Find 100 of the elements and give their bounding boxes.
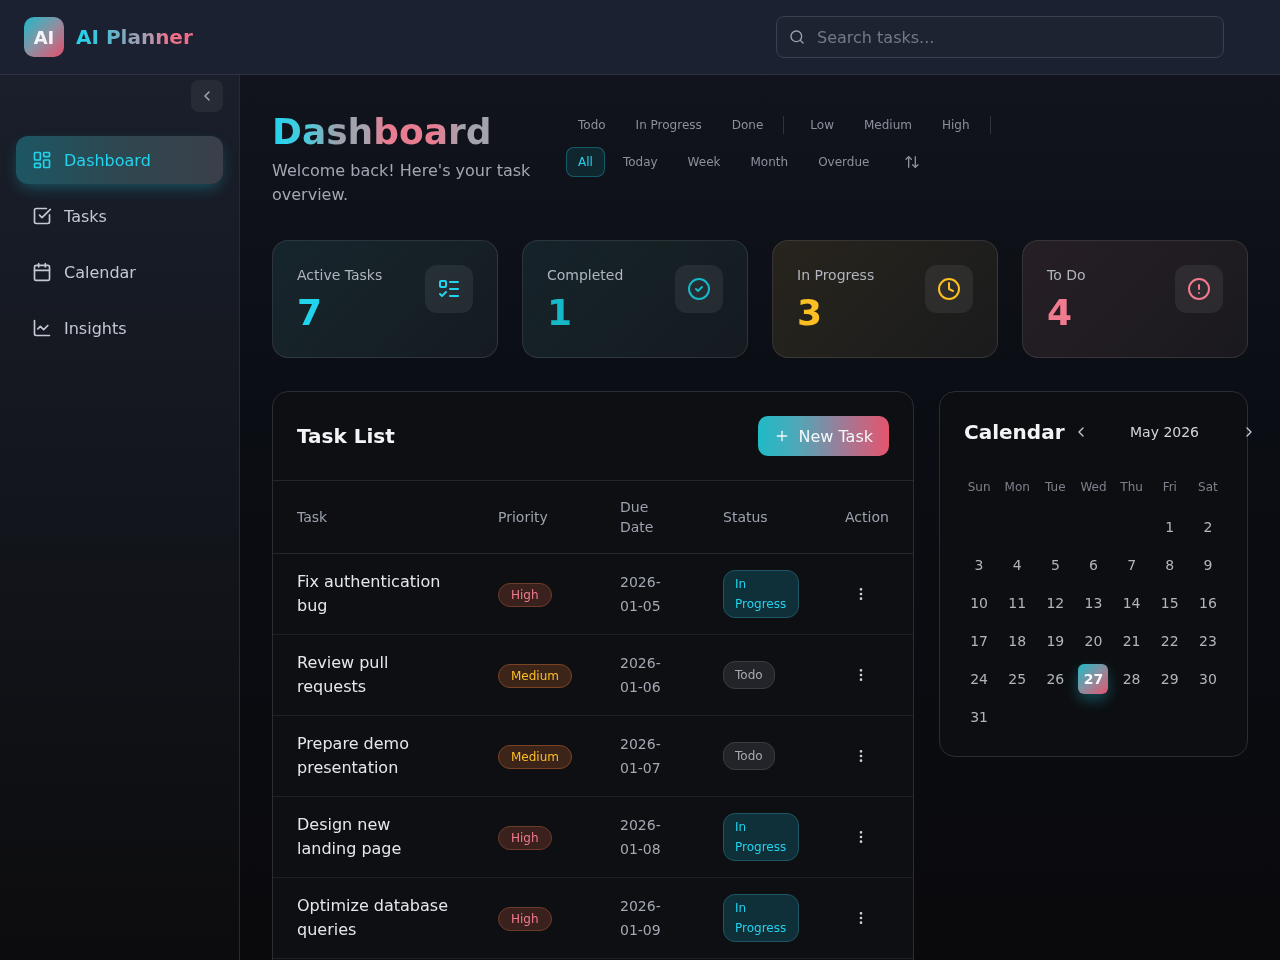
- calendar-day[interactable]: 26: [1040, 664, 1071, 694]
- check-square-icon: [32, 206, 52, 226]
- calendar-day[interactable]: 31: [964, 702, 995, 732]
- weekday-label: Sun: [966, 479, 992, 496]
- status-badge: Todo: [723, 661, 775, 689]
- checklist-icon: [425, 265, 473, 313]
- calendar-day[interactable]: 12: [1040, 588, 1071, 618]
- calendar-day[interactable]: 9: [1192, 550, 1223, 580]
- priority-badge: High: [498, 825, 552, 850]
- calendar-day[interactable]: 5: [1040, 550, 1071, 580]
- clock-icon: [925, 265, 973, 313]
- month-label: May 2026: [1130, 424, 1200, 440]
- weekday-label: Mon: [1003, 479, 1031, 496]
- calendar-day[interactable]: 25: [1002, 664, 1033, 694]
- page-subtitle: Welcome back! Here's your task overview.: [272, 160, 532, 206]
- stat-value: 7: [297, 291, 324, 334]
- collapse-sidebar-button[interactable]: [191, 80, 223, 112]
- calendar-day[interactable]: 2: [1192, 512, 1223, 542]
- task-name: Review pull requests: [297, 653, 389, 696]
- calendar-day[interactable]: 6: [1078, 550, 1109, 580]
- stat-label: In Progress: [797, 266, 875, 285]
- calendar-day[interactable]: 8: [1154, 550, 1185, 580]
- calendar-day[interactable]: 10: [964, 588, 995, 618]
- status-badge: In Progress: [723, 570, 799, 618]
- calendar-day[interactable]: 7: [1116, 550, 1147, 580]
- calendar-day[interactable]: 4: [1002, 550, 1033, 580]
- filter-tab[interactable]: Overdue: [806, 147, 882, 177]
- calendar-day[interactable]: 17: [964, 626, 995, 656]
- filter-tab[interactable]: Medium: [852, 110, 924, 140]
- panel-title: Task List: [297, 423, 395, 450]
- due-date: 2026-01-09: [620, 898, 661, 938]
- calendar-day[interactable]: 14: [1116, 588, 1147, 618]
- column-header: Status: [723, 509, 768, 525]
- filter-tab[interactable]: All: [566, 147, 605, 177]
- calendar-day[interactable]: 28: [1116, 664, 1147, 694]
- filter-tab[interactable]: Month: [738, 147, 801, 177]
- calendar-day[interactable]: 16: [1192, 588, 1223, 618]
- calendar-day[interactable]: 19: [1040, 626, 1071, 656]
- due-date: 2026-01-05: [620, 574, 661, 614]
- new-task-button[interactable]: New Task: [758, 416, 889, 456]
- weekday-label: Tue: [1044, 479, 1067, 496]
- calendar-day[interactable]: 24: [964, 664, 995, 694]
- due-date: 2026-01-08: [620, 817, 661, 857]
- line-chart-icon: [32, 318, 52, 338]
- sidebar-nav-item[interactable]: Calendar: [16, 248, 223, 296]
- app-logo: AI: [24, 17, 64, 57]
- column-header: Priority: [498, 509, 548, 525]
- stat-label: To Do: [1047, 266, 1086, 285]
- stat-label: Active Tasks: [297, 266, 383, 285]
- dashboard-grid-icon: [32, 150, 52, 170]
- filter-tab[interactable]: In Progress: [623, 110, 714, 140]
- calendar-icon: [32, 262, 52, 282]
- weekday-label: Wed: [1079, 479, 1108, 496]
- filter-tab[interactable]: Done: [719, 110, 776, 140]
- calendar-day[interactable]: 22: [1154, 626, 1185, 656]
- search-field[interactable]: Search tasks...: [776, 16, 1224, 58]
- column-header: Due Date: [620, 499, 654, 535]
- calendar-day[interactable]: 30: [1192, 664, 1223, 694]
- calendar-day[interactable]: 11: [1002, 588, 1033, 618]
- stat-value: 4: [1047, 291, 1074, 334]
- due-date: 2026-01-06: [620, 655, 661, 695]
- search-icon: [789, 29, 805, 45]
- calendar-day[interactable]: 20: [1078, 626, 1109, 656]
- stat-label: Completed: [547, 266, 624, 285]
- calendar-day[interactable]: 18: [1002, 626, 1033, 656]
- priority-badge: Medium: [498, 744, 572, 769]
- calendar-day[interactable]: 29: [1154, 664, 1185, 694]
- sort-icon[interactable]: [904, 154, 921, 170]
- filter-tab[interactable]: Low: [798, 110, 846, 140]
- sidebar-nav-item[interactable]: Dashboard: [16, 136, 223, 184]
- sidebar-nav-item[interactable]: Insights: [16, 304, 223, 352]
- stat-value: 3: [797, 291, 824, 334]
- task-name: Optimize database queries: [297, 896, 448, 939]
- stat-value: 1: [547, 291, 574, 334]
- filter-tab[interactable]: Week: [675, 147, 733, 177]
- priority-badge: High: [498, 906, 552, 931]
- status-badge: In Progress: [723, 894, 799, 942]
- task-name: Prepare demo presentation: [297, 734, 409, 777]
- status-badge: In Progress: [723, 813, 799, 861]
- calendar-day[interactable]: 3: [964, 550, 995, 580]
- status-badge: Todo: [723, 742, 775, 770]
- calendar-day[interactable]: 1: [1154, 512, 1185, 542]
- filter-tab[interactable]: High: [929, 110, 982, 140]
- calendar-day[interactable]: 13: [1078, 588, 1109, 618]
- sidebar-nav-item[interactable]: Tasks: [16, 192, 223, 240]
- weekday-label: Thu: [1119, 479, 1144, 496]
- weekday-label: Fri: [1161, 479, 1178, 496]
- task-name: Design new landing page: [297, 815, 402, 858]
- column-header: Task: [297, 509, 328, 525]
- calendar-day[interactable]: 21: [1116, 626, 1147, 656]
- column-header: Action: [845, 509, 889, 525]
- panel-title: Calendar: [964, 419, 1065, 446]
- filter-tab[interactable]: Today: [610, 147, 670, 177]
- due-date: 2026-01-07: [620, 736, 661, 776]
- calendar-day[interactable]: 23: [1192, 626, 1223, 656]
- priority-badge: Medium: [498, 663, 572, 688]
- calendar-day[interactable]: 15: [1154, 588, 1185, 618]
- task-name: Fix authentication bug: [297, 572, 441, 615]
- filter-tab[interactable]: Todo: [566, 110, 618, 140]
- priority-badge: High: [498, 582, 552, 607]
